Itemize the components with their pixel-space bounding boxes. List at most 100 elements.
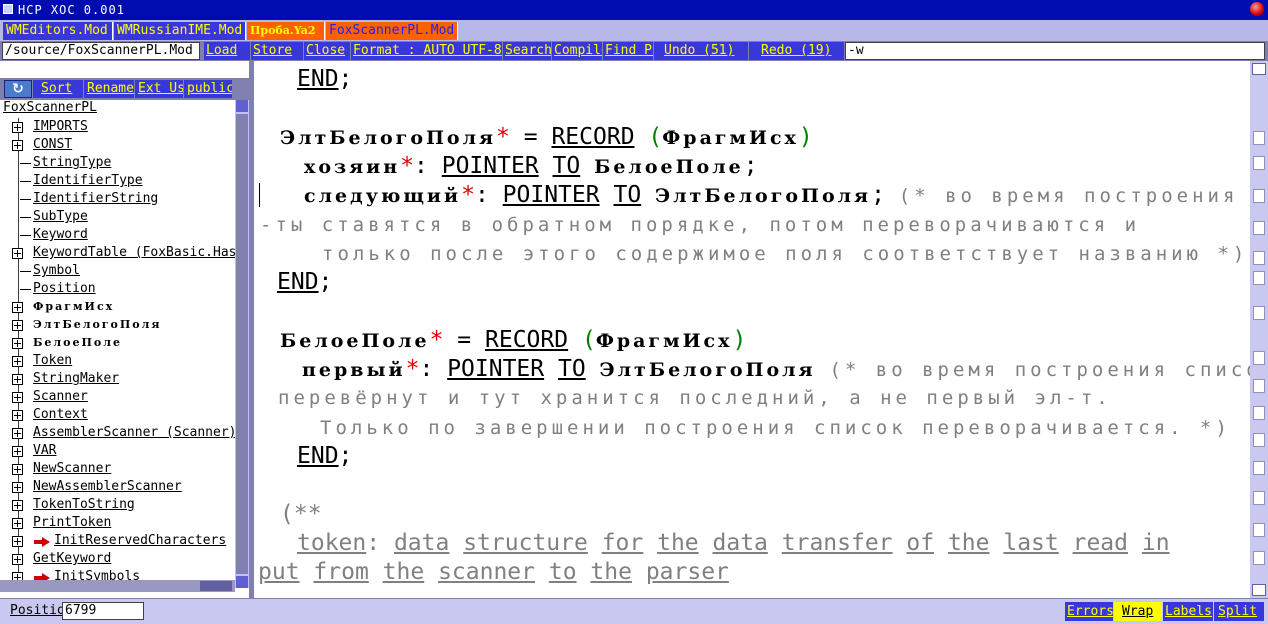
expand-icon[interactable] — [12, 248, 23, 259]
title-bar: HCP XOC 0.001 — [0, 0, 1268, 20]
tree-item-label: ЭлтБелогоПоля — [33, 318, 162, 331]
public-button[interactable]: public — [184, 80, 232, 98]
position-input[interactable]: 6799 — [62, 602, 144, 620]
code-line: только после этого содержимое поля соотв… — [322, 243, 1249, 265]
format-button[interactable]: Format : AUTO UTF-8 — [351, 42, 502, 60]
search-button[interactable]: Search — [503, 42, 551, 60]
expand-icon[interactable] — [12, 374, 23, 385]
doc-word: transfer — [781, 530, 893, 556]
expand-icon[interactable] — [12, 428, 23, 439]
expand-icon[interactable] — [12, 536, 23, 547]
doc-word: token — [297, 530, 367, 556]
text-cursor — [259, 183, 260, 207]
code-line: следующий*: POINTER TO ЭлтБелогоПоля; (*… — [304, 182, 1250, 208]
doc-word: in — [1141, 530, 1170, 556]
doc-word: put — [258, 559, 300, 585]
code-editor[interactable]: END; ЭлтБелогоПоля* = RECORD (ФрагмИсх) … — [254, 61, 1250, 598]
wrap-toggle[interactable]: Wrap — [1114, 602, 1162, 621]
doc-word: read — [1072, 530, 1128, 556]
expand-icon[interactable] — [12, 356, 23, 367]
tree-item-label: StringMaker — [33, 371, 120, 386]
scroll-down-icon[interactable] — [236, 576, 248, 588]
tab-proba[interactable]: Проба.Ya2 — [247, 22, 325, 40]
scroll-up-icon[interactable] — [1252, 63, 1266, 75]
scroll-down-icon[interactable] — [1252, 584, 1266, 596]
structure-panel: ↻ Sort Rename Ext Us public FoxScannerPL… — [0, 61, 250, 598]
doc-word: structure — [463, 530, 588, 556]
tree-item-label: Symbol — [33, 263, 80, 278]
scroll-thumb[interactable] — [236, 114, 248, 574]
filepath-input[interactable]: /source/FoxScannerPL.Mod — [2, 42, 200, 60]
find-pc-button[interactable]: Find PC — [603, 42, 653, 60]
tab-foxscannerpl[interactable]: FoxScannerPL.Mod — [326, 22, 458, 40]
tree-item-label: AssemblerScanner (Scanner) — [33, 425, 235, 440]
tree-vertical-scrollbar[interactable] — [235, 100, 249, 588]
doc-word: the — [382, 559, 425, 585]
tree-item-label: SubType — [33, 209, 88, 224]
expand-icon[interactable] — [12, 338, 23, 349]
tree-item-label: NewAssemblerScanner — [33, 479, 182, 494]
doc-word: of — [906, 530, 935, 556]
undo-button[interactable]: Undo (51) — [654, 42, 748, 60]
code-line: END; — [297, 66, 353, 92]
close-window-button[interactable] — [1250, 2, 1264, 16]
doc-word: data — [393, 530, 450, 556]
expand-icon[interactable] — [12, 302, 23, 313]
redo-button[interactable]: Redo (19) — [749, 42, 844, 60]
sort-button[interactable]: Sort — [33, 80, 83, 98]
red-arrow-icon — [34, 537, 50, 547]
tree-item-label: VAR — [33, 443, 57, 458]
expand-icon[interactable] — [12, 410, 23, 421]
code-line: перевёрнут и тут хранится последний, а н… — [278, 387, 1112, 409]
rename-button[interactable]: Rename — [84, 80, 134, 98]
tree-item-label: TokenToString — [33, 497, 135, 512]
status-bar: Position 6799 Errors Wrap Labels Split — [0, 598, 1268, 624]
tree-item-label: Keyword — [33, 227, 88, 242]
ext-us-button[interactable]: Ext Us — [135, 80, 183, 98]
editor-vertical-scrollbar[interactable] — [1250, 61, 1268, 598]
expand-icon[interactable] — [12, 500, 23, 511]
split-button[interactable]: Split — [1214, 602, 1264, 621]
app-icon — [3, 4, 13, 14]
expand-icon[interactable] — [12, 140, 23, 151]
errors-button[interactable]: Errors — [1065, 602, 1113, 621]
expand-icon[interactable] — [12, 482, 23, 493]
code-line: put from the scanner to the parser — [258, 558, 729, 587]
doc-word: for — [601, 530, 644, 556]
doc-word: the — [657, 530, 699, 556]
tree-item-label: Scanner — [33, 389, 88, 404]
labels-button[interactable]: Labels — [1163, 602, 1213, 621]
tab-wmeditors[interactable]: WMEditors.Mod — [3, 22, 113, 40]
expand-icon[interactable] — [12, 446, 23, 457]
tree-horizontal-scrollbar[interactable] — [0, 580, 235, 592]
tree-item-label: БелоеПоле — [33, 336, 122, 349]
expand-icon[interactable] — [12, 320, 23, 331]
code-line: Только по завершении построения список п… — [320, 417, 1231, 439]
close-button[interactable]: Close — [304, 42, 350, 60]
load-button[interactable]: Load — [204, 42, 250, 60]
expand-icon[interactable] — [12, 464, 23, 475]
doc-word: the — [947, 530, 990, 556]
tree-root[interactable]: FoxScannerPL — [3, 100, 97, 115]
compile-button[interactable]: Compile — [552, 42, 602, 60]
tab-bar: WMEditors.Mod WMRussianIME.Mod Проба.Ya2… — [0, 20, 1268, 41]
tree-item-label: KeywordTable (FoxBasic.HashTable — [33, 245, 235, 260]
structure-toolbar: ↻ Sort Rename Ext Us public — [0, 78, 250, 100]
expand-icon[interactable] — [12, 554, 23, 565]
code-line: END; — [277, 269, 333, 295]
expand-icon[interactable] — [12, 518, 23, 529]
command-input[interactable]: -w — [845, 42, 1265, 60]
expand-icon[interactable] — [12, 392, 23, 403]
store-button[interactable]: Store — [251, 42, 303, 60]
window-title: HCP XOC 0.001 — [18, 3, 125, 17]
tree-item-label: Position — [33, 281, 96, 296]
refresh-icon[interactable]: ↻ — [4, 80, 32, 98]
tree-item-label: Context — [33, 407, 88, 422]
doc-word: from — [313, 559, 369, 585]
tab-wmrussianime[interactable]: WMRussianIME.Mod — [114, 22, 246, 40]
code-line: ЭлтБелогоПоля* = RECORD (ФрагмИсх) — [280, 124, 813, 150]
scroll-up-icon[interactable] — [236, 100, 248, 112]
tree-item-label: GetKeyword — [33, 551, 112, 566]
command-bar: /source/FoxScannerPL.Mod Load Store Clos… — [0, 41, 1268, 61]
expand-icon[interactable] — [12, 122, 23, 133]
